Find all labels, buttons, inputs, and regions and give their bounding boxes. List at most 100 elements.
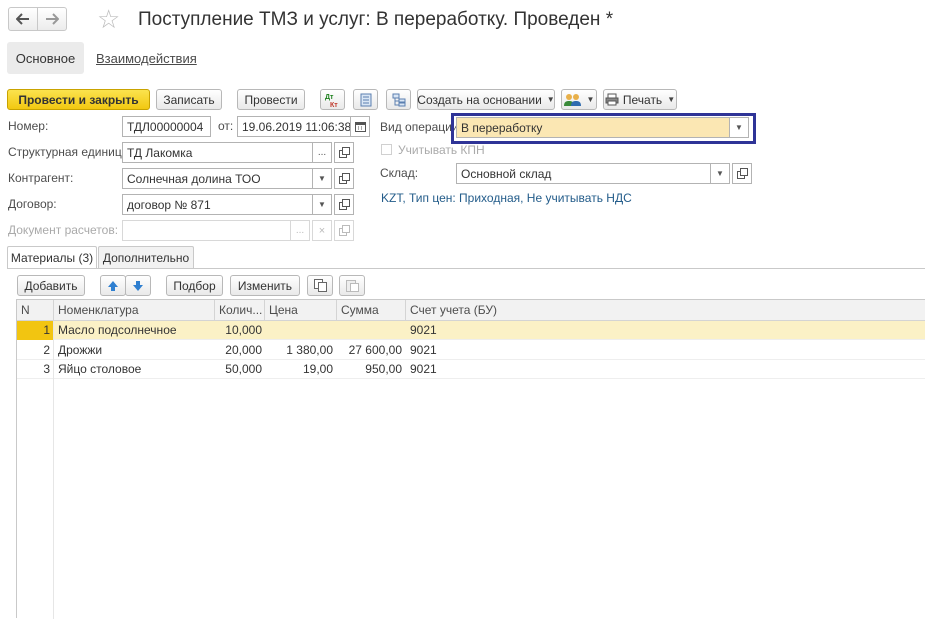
hierarchy-icon: [392, 93, 405, 106]
add-row-button[interactable]: Добавить: [17, 275, 85, 296]
svg-text:Кт: Кт: [330, 102, 338, 108]
date-field[interactable]: 19.06.2019 11:06:38: [237, 116, 351, 137]
row-sum[interactable]: [337, 321, 402, 340]
paste-rows-button[interactable]: [339, 275, 365, 296]
post-and-close-button[interactable]: Провести и закрыть: [7, 89, 150, 110]
calendar-icon: [354, 122, 366, 132]
row-price[interactable]: 19,00: [265, 360, 333, 379]
copy-rows-button[interactable]: [307, 275, 333, 296]
structure-button[interactable]: [386, 89, 411, 110]
printer-icon: [605, 93, 619, 106]
materials-table[interactable]: N Номенклатура Колич... Цена Сумма Счет …: [16, 299, 925, 619]
unit-field[interactable]: ТД Лакомка: [122, 142, 313, 163]
post-button[interactable]: Провести: [237, 89, 305, 110]
operation-type-dropdown-button[interactable]: ▼: [729, 117, 749, 138]
warehouse-field[interactable]: Основной склад: [456, 163, 711, 184]
contract-label: Договор:: [8, 197, 57, 211]
unit-select-button[interactable]: ...: [312, 142, 332, 163]
row-price[interactable]: [265, 321, 333, 340]
save-button[interactable]: Записать: [156, 89, 222, 110]
chevron-down-icon: ▼: [735, 123, 743, 132]
favorite-star-icon[interactable]: ☆: [97, 5, 120, 33]
row-nomenclature[interactable]: Масло подсолнечное: [58, 321, 213, 340]
chevron-down-icon: ▼: [586, 95, 595, 104]
settlement-doc-label: Документ расчетов:: [8, 223, 119, 237]
create-based-on-label: Создать на основании: [417, 92, 542, 107]
counterparty-open-button[interactable]: [334, 168, 354, 189]
row-number: 3: [43, 362, 50, 376]
row-quantity[interactable]: 10,000: [215, 321, 262, 340]
page-title: Поступление ТМЗ и услуг: В переработку. …: [138, 9, 614, 30]
number-field[interactable]: ТДЛ00000004: [122, 116, 211, 137]
table-row[interactable]: 1 Масло подсолнечное 10,000 9021: [17, 321, 925, 340]
svg-text:Дт: Дт: [325, 94, 334, 101]
contract-dropdown-button[interactable]: ▼: [312, 194, 332, 215]
change-button[interactable]: Изменить: [230, 275, 300, 296]
row-account[interactable]: 9021: [410, 341, 610, 360]
create-based-on-button[interactable]: Создать на основании ▼: [417, 89, 555, 110]
contract-field[interactable]: договор № 871: [122, 194, 313, 215]
dt-kt-button[interactable]: Дт Кт: [320, 89, 345, 110]
tab-main[interactable]: Основное: [7, 42, 84, 74]
column-header-quantity[interactable]: Колич...: [215, 300, 265, 321]
settlement-doc-open-button[interactable]: [334, 220, 354, 241]
close-icon: ×: [318, 224, 326, 237]
row-account[interactable]: 9021: [410, 360, 610, 379]
print-button[interactable]: Печать ▼: [603, 89, 677, 110]
warehouse-open-button[interactable]: [732, 163, 752, 184]
counterparty-dropdown-button[interactable]: ▼: [312, 168, 332, 189]
operation-type-field[interactable]: В переработку: [456, 117, 730, 138]
open-icon: [338, 199, 350, 210]
row-quantity[interactable]: 20,000: [215, 341, 262, 360]
tab-interactions[interactable]: Взаимодействия: [96, 51, 197, 66]
column-header-account[interactable]: Счет учета (БУ): [406, 300, 925, 321]
counterparty-field[interactable]: Солнечная долина ТОО: [122, 168, 313, 189]
row-number: 1: [43, 323, 50, 337]
back-button[interactable]: [8, 7, 38, 31]
price-settings-link[interactable]: KZT, Тип цен: Приходная, Не учитывать НД…: [381, 191, 632, 205]
settlement-doc-clear-button[interactable]: ×: [312, 220, 332, 241]
settlement-doc-select-button[interactable]: ...: [290, 220, 310, 241]
tab-additional[interactable]: Дополнительно: [98, 246, 194, 268]
column-header-sum[interactable]: Сумма: [337, 300, 406, 321]
open-icon: [338, 173, 350, 184]
row-number: 2: [43, 343, 50, 357]
tab-materials[interactable]: Материалы (3): [7, 246, 97, 269]
contract-open-button[interactable]: [334, 194, 354, 215]
chevron-down-icon: ▼: [318, 174, 326, 183]
kpn-checkbox[interactable]: [381, 144, 392, 155]
row-sum[interactable]: 950,00: [337, 360, 402, 379]
ellipsis-icon: ...: [317, 147, 327, 158]
table-row[interactable]: 2 Дрожжи 20,000 1 380,00 27 600,00 9021: [17, 341, 925, 360]
row-price[interactable]: 1 380,00: [265, 341, 333, 360]
row-nomenclature[interactable]: Яйцо столовое: [58, 360, 213, 379]
row-account[interactable]: 9021: [410, 321, 610, 340]
row-quantity[interactable]: 50,000: [215, 360, 262, 379]
pick-button[interactable]: Подбор: [166, 275, 223, 296]
table-row[interactable]: 3 Яйцо столовое 50,000 19,00 950,00 9021: [17, 360, 925, 379]
column-header-nomenclature[interactable]: Номенклатура: [54, 300, 215, 321]
dt-kt-icon: Дт Кт: [325, 94, 338, 108]
chevron-down-icon: ▼: [716, 169, 724, 178]
open-icon: [338, 225, 350, 236]
column-header-n[interactable]: N: [17, 300, 54, 321]
warehouse-dropdown-button[interactable]: ▼: [710, 163, 730, 184]
chevron-down-icon: ▼: [667, 95, 676, 104]
row-sum[interactable]: 27 600,00: [337, 341, 402, 360]
calendar-button[interactable]: [350, 116, 370, 137]
forward-button[interactable]: [37, 7, 67, 31]
chevron-down-icon: ▼: [318, 200, 326, 209]
unit-open-button[interactable]: [334, 142, 354, 163]
column-header-price[interactable]: Цена: [265, 300, 337, 321]
move-up-button[interactable]: [100, 275, 126, 296]
column-divider: [53, 321, 54, 619]
row-nomenclature[interactable]: Дрожжи: [58, 341, 213, 360]
ellipsis-icon: ...: [295, 225, 305, 236]
list-view-button[interactable]: [353, 89, 378, 110]
move-down-button[interactable]: [125, 275, 151, 296]
users-menu-button[interactable]: ▼: [561, 89, 597, 110]
warehouse-label: Склад:: [380, 166, 419, 180]
table-header: N Номенклатура Колич... Цена Сумма Счет …: [17, 300, 925, 321]
settlement-doc-field[interactable]: [122, 220, 291, 241]
arrow-down-icon: [133, 280, 143, 291]
